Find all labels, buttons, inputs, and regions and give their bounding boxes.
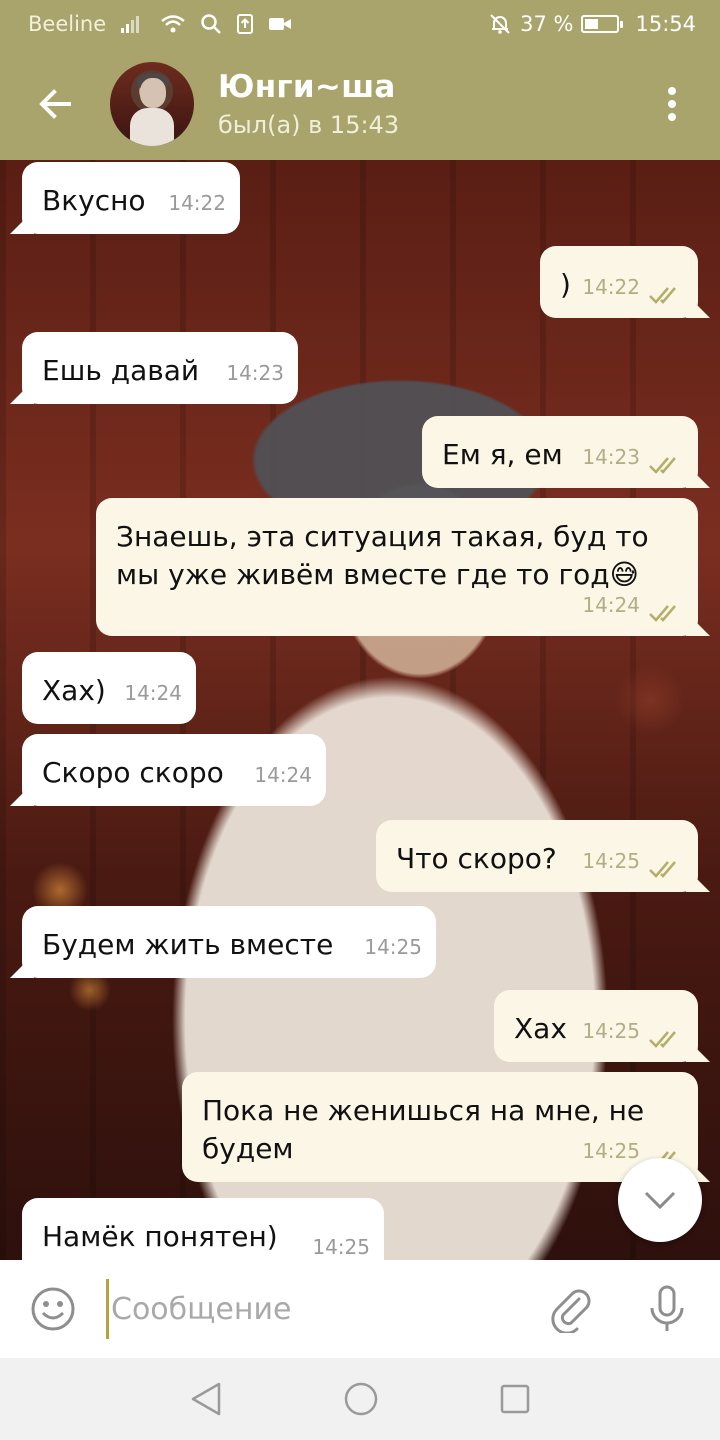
message-time: 14:25 [582,849,640,873]
message-text: Намёк понятен) [42,1220,278,1253]
arrow-left-icon [39,89,71,119]
message-text: Знаешь, эта ситуация такая, буд то мы уж… [116,520,649,591]
contact-name: Юнги~ша [218,69,396,105]
message-time: 14:22 [582,275,640,299]
message-time: 14:23 [226,361,284,385]
paperclip-icon [551,1289,591,1333]
message-bubble-incoming[interactable]: Ешь давай 14:23 [22,332,298,404]
message-bubble-incoming[interactable]: Будем жить вместе 14:25 [22,906,436,978]
message-text: Скоро скоро [42,756,224,789]
wifi-icon [160,14,186,34]
battery-percent: 37 % [520,12,574,36]
message-bubble-outgoing[interactable]: Что скоро? 14:25 [376,820,698,892]
message-time: 14:23 [582,445,640,469]
message-text: Ем я, ем [442,438,563,471]
more-menu-button[interactable] [624,48,720,160]
message-text: Вкусно [42,184,146,217]
message-text: Ешь давай [42,354,200,387]
message-text: Будем жить вместе [42,928,334,961]
message-bubble-incoming[interactable]: Хах) 14:24 [22,652,196,724]
contact-info[interactable]: Юнги~ша был(а) в 15:43 [218,69,399,139]
message-text: Хах) [42,674,106,707]
microphone-icon [650,1285,684,1331]
mute-bell-icon [488,12,512,36]
message-time: 14:25 [582,1139,640,1163]
voice-record-button[interactable] [614,1284,720,1334]
double-check-icon [649,457,676,474]
carrier-name: Beeline [28,12,107,36]
circle-home-icon[interactable] [343,1381,379,1417]
message-time: 14:25 [582,1019,640,1043]
message-time: 14:24 [582,593,640,617]
upload-icon [236,13,254,35]
message-input-placeholder: Сообщение [111,1291,292,1327]
clock: 15:54 [635,12,696,36]
message-text: Пока не женишься на мне, не будем [202,1094,645,1165]
back-button[interactable] [0,48,110,160]
more-vertical-icon [668,87,676,121]
double-check-icon [649,861,676,878]
message-bubble-outgoing[interactable]: Пока не женишься на мне, не будем 14:25 [182,1072,698,1182]
chat-header: Юнги~ша был(а) в 15:43 [0,48,720,160]
smiley-icon [31,1287,75,1331]
message-bubble-incoming[interactable]: Намёк понятен) 14:25 [22,1198,384,1260]
message-bubble-outgoing[interactable]: Хах 14:25 [494,990,698,1062]
attach-button[interactable] [528,1285,614,1333]
message-bubble-incoming[interactable]: Скоро скоро 14:24 [22,734,326,806]
message-time: 14:24 [124,681,182,705]
message-time: 14:25 [364,935,422,959]
battery-icon [581,15,624,33]
message-text: Хах [514,1012,567,1045]
last-seen: был(а) в 15:43 [218,111,400,139]
system-nav-bar [0,1358,720,1440]
message-bubble-outgoing[interactable]: Ем я, ем 14:23 [422,416,698,488]
message-text: ) [560,268,571,301]
composer: Сообщение [0,1260,720,1358]
chevron-down-icon [644,1191,676,1210]
double-check-icon [649,287,676,304]
double-check-icon [649,605,676,622]
signal-icon [120,14,146,34]
scroll-to-bottom-button[interactable] [618,1158,702,1242]
triangle-back-icon[interactable] [189,1381,223,1417]
message-bubble-incoming[interactable]: Вкусно 14:22 [22,162,240,234]
video-icon [268,15,292,33]
message-time: 14:25 [312,1235,370,1259]
search-icon [200,13,222,35]
message-list[interactable]: Вкусно 14:22 ) 14:22 Ешь давай 14:23 Ем … [0,160,720,1260]
square-recents-icon[interactable] [499,1383,531,1415]
message-bubble-outgoing[interactable]: ) 14:22 [540,246,698,318]
message-bubble-outgoing[interactable]: Знаешь, эта ситуация такая, буд то мы уж… [96,498,698,636]
avatar[interactable] [110,62,194,146]
message-time: 14:24 [254,763,312,787]
message-text: Что скоро? [396,842,557,875]
status-bar: Beeline 37 % 15:54 [0,0,720,48]
emoji-button[interactable] [0,1285,106,1333]
message-input[interactable]: Сообщение [106,1279,528,1339]
double-check-icon [649,1031,676,1048]
message-time: 14:22 [168,191,226,215]
